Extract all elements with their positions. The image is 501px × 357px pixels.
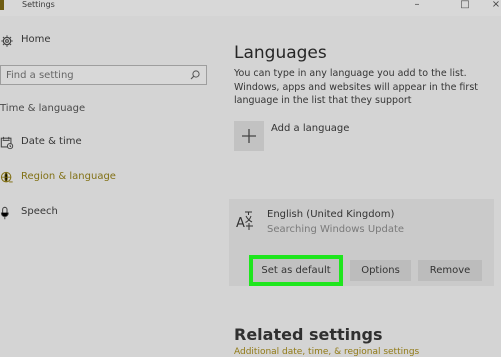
add-language-tile[interactable] <box>234 121 264 151</box>
language-name: English (United Kingdom) <box>267 209 395 220</box>
close-button[interactable]: × <box>489 0 501 10</box>
sidebar-item-label: Date & time <box>21 136 82 147</box>
svg-text:A: A <box>236 216 245 231</box>
title-bar: Settings – □ × <box>0 0 501 16</box>
languages-description: You can type in any language you add to … <box>234 68 478 106</box>
add-language-button[interactable]: Add a language <box>234 121 364 151</box>
sidebar-item-region-language[interactable]: Region & language <box>0 168 220 190</box>
search-input[interactable] <box>6 69 186 81</box>
languages-content: Languages You can type in any language y… <box>229 16 501 357</box>
settings-window: Settings – □ × Home Time & language <box>0 0 501 357</box>
minimize-button[interactable]: – <box>410 0 424 10</box>
settings-sidebar: Home Time & language Date & time <box>0 16 220 357</box>
plus-icon <box>242 129 256 143</box>
search-icon[interactable] <box>189 69 201 81</box>
remove-button[interactable]: Remove <box>418 260 482 281</box>
sidebar-item-label: Speech <box>21 206 58 217</box>
sidebar-home-link[interactable]: Home <box>0 31 220 53</box>
options-button[interactable]: Options <box>350 260 411 281</box>
window-title: Settings <box>22 0 55 9</box>
language-list-item[interactable]: A English (United Kingdom) Searching Win… <box>229 199 494 286</box>
sidebar-item-speech[interactable]: Speech <box>0 203 220 225</box>
microphone-icon <box>0 206 9 220</box>
related-settings-title: Related settings <box>234 325 383 345</box>
date-time-icon <box>0 136 14 150</box>
sidebar-section-heading: Time & language <box>0 103 86 114</box>
sidebar-item-label: Region & language <box>21 171 116 182</box>
gear-icon <box>1 35 13 47</box>
maximize-button[interactable]: □ <box>458 0 472 10</box>
sidebar-item-date-time[interactable]: Date & time <box>0 133 220 155</box>
page-title: Languages <box>234 43 327 64</box>
language-status: Searching Windows Update <box>267 224 405 235</box>
additional-regional-settings-link[interactable]: Additional date, time, & regional settin… <box>234 347 419 357</box>
region-language-icon <box>0 171 13 183</box>
language-icon: A <box>236 211 253 231</box>
home-label: Home <box>21 34 51 45</box>
add-language-label: Add a language <box>271 123 350 134</box>
settings-app-icon <box>0 0 4 10</box>
settings-search[interactable] <box>0 65 207 85</box>
set-as-default-button[interactable]: Set as default <box>249 255 343 286</box>
